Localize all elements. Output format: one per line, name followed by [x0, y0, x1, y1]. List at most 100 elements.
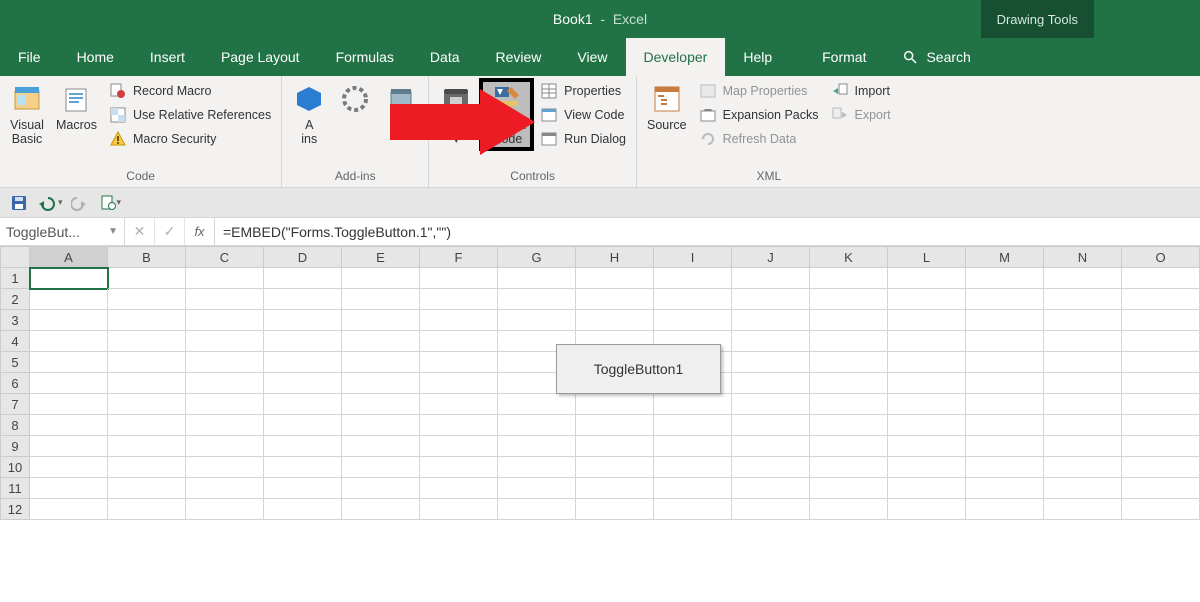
cell[interactable] [888, 415, 966, 436]
cells-area[interactable] [30, 268, 1200, 520]
cell[interactable] [1044, 352, 1122, 373]
cell[interactable] [888, 499, 966, 520]
cell[interactable] [966, 394, 1044, 415]
cell[interactable] [732, 352, 810, 373]
expansion-packs-button[interactable]: Expansion Packs [695, 104, 823, 126]
insert-control-button[interactable]: rt▾ [435, 80, 477, 149]
cell[interactable] [732, 331, 810, 352]
cell[interactable] [732, 436, 810, 457]
cell[interactable] [30, 268, 108, 289]
cell[interactable] [420, 394, 498, 415]
cell[interactable] [342, 373, 420, 394]
tab-home[interactable]: Home [59, 38, 132, 76]
cell[interactable] [420, 457, 498, 478]
cell[interactable] [264, 352, 342, 373]
cell[interactable] [966, 352, 1044, 373]
toggle-button-control[interactable]: ToggleButton1 [556, 344, 721, 394]
column-header[interactable]: K [810, 246, 888, 268]
formula-input[interactable]: =EMBED("Forms.ToggleButton.1","") [215, 218, 1200, 245]
cell[interactable] [30, 331, 108, 352]
cell[interactable] [732, 457, 810, 478]
cell[interactable] [186, 457, 264, 478]
cell[interactable] [732, 373, 810, 394]
cell[interactable] [1044, 499, 1122, 520]
cell[interactable] [108, 436, 186, 457]
cell[interactable] [576, 394, 654, 415]
cell[interactable] [186, 289, 264, 310]
cell[interactable] [888, 457, 966, 478]
cell[interactable] [732, 499, 810, 520]
cell[interactable] [732, 415, 810, 436]
cell[interactable] [342, 268, 420, 289]
cell[interactable] [966, 310, 1044, 331]
cell[interactable] [342, 415, 420, 436]
cell[interactable] [420, 310, 498, 331]
cell[interactable] [420, 436, 498, 457]
cell[interactable] [186, 499, 264, 520]
cell[interactable] [420, 352, 498, 373]
cell[interactable] [108, 310, 186, 331]
tab-data[interactable]: Data [412, 38, 478, 76]
cell[interactable] [576, 457, 654, 478]
row-header[interactable]: 10 [0, 457, 30, 478]
cell[interactable] [342, 457, 420, 478]
addins-button[interactable]: A​ins [288, 80, 330, 149]
cell[interactable] [888, 436, 966, 457]
row-header[interactable]: 8 [0, 415, 30, 436]
column-header[interactable]: J [732, 246, 810, 268]
redo-button[interactable] [71, 195, 91, 211]
cell[interactable] [810, 478, 888, 499]
cell[interactable] [1122, 394, 1200, 415]
cell[interactable] [108, 331, 186, 352]
cell[interactable] [420, 499, 498, 520]
cell[interactable] [1122, 268, 1200, 289]
cell[interactable] [186, 268, 264, 289]
cell[interactable] [498, 268, 576, 289]
cell[interactable] [186, 436, 264, 457]
row-header[interactable]: 2 [0, 289, 30, 310]
cell[interactable] [264, 478, 342, 499]
cell[interactable] [342, 478, 420, 499]
cell[interactable] [1122, 352, 1200, 373]
row-header[interactable]: 3 [0, 310, 30, 331]
cell[interactable] [186, 373, 264, 394]
cell[interactable] [810, 457, 888, 478]
cell[interactable] [342, 499, 420, 520]
cell[interactable] [264, 331, 342, 352]
cell[interactable] [498, 289, 576, 310]
cell[interactable] [810, 268, 888, 289]
row-header[interactable]: 5 [0, 352, 30, 373]
source-button[interactable]: Source [643, 80, 691, 134]
cell[interactable] [342, 289, 420, 310]
column-header[interactable]: E [342, 246, 420, 268]
cell[interactable] [30, 415, 108, 436]
cell[interactable] [30, 436, 108, 457]
view-code-button[interactable]: View Code [536, 104, 630, 126]
cell[interactable] [576, 415, 654, 436]
cell[interactable] [1122, 310, 1200, 331]
cell[interactable] [342, 394, 420, 415]
cell[interactable] [498, 394, 576, 415]
cell[interactable] [1122, 289, 1200, 310]
row-header[interactable]: 1 [0, 268, 30, 289]
cell[interactable] [108, 478, 186, 499]
row-header[interactable]: 6 [0, 373, 30, 394]
name-box[interactable]: ToggleBut... ▼ [0, 218, 125, 245]
cell[interactable] [966, 331, 1044, 352]
tab-view[interactable]: View [559, 38, 625, 76]
cell[interactable] [810, 310, 888, 331]
cell[interactable] [810, 436, 888, 457]
cancel-formula-button[interactable]: ✕ [125, 218, 155, 245]
cell[interactable] [966, 415, 1044, 436]
cell[interactable] [810, 331, 888, 352]
record-macro-button[interactable]: Record Macro [105, 80, 275, 102]
cell[interactable] [1122, 457, 1200, 478]
tab-developer[interactable]: Developer [626, 38, 726, 76]
column-header[interactable]: H [576, 246, 654, 268]
cell[interactable] [888, 352, 966, 373]
cell[interactable] [810, 394, 888, 415]
cell[interactable] [810, 499, 888, 520]
cell[interactable] [498, 310, 576, 331]
column-header[interactable]: C [186, 246, 264, 268]
cell[interactable] [30, 310, 108, 331]
